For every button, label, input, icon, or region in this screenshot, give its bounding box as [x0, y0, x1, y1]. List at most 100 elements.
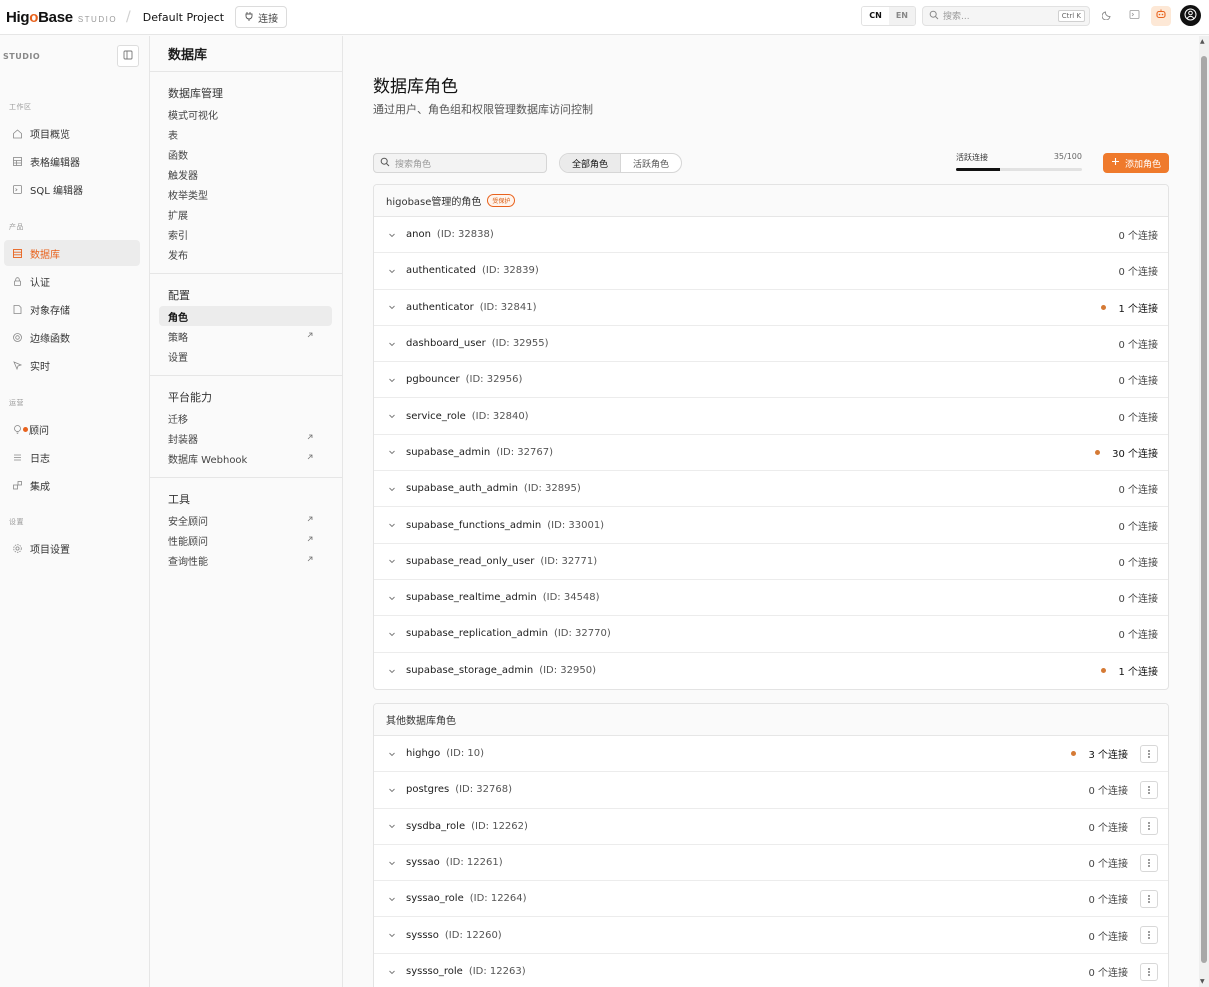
chevron-down-icon[interactable]	[387, 822, 397, 830]
chevron-down-icon[interactable]	[387, 376, 397, 384]
subnav-item[interactable]: 触发器	[150, 164, 332, 184]
global-search[interactable]: 搜索... Ctrl K	[922, 5, 1090, 26]
role-row[interactable]: syssso (ID: 12260) 0 个连接	[374, 917, 1168, 954]
subnav-item[interactable]: 表	[150, 124, 332, 144]
chevron-down-icon[interactable]	[387, 786, 397, 794]
lang-cn-button[interactable]: CN	[862, 6, 889, 25]
add-role-button[interactable]: 添加角色	[1102, 153, 1169, 173]
scroll-down-icon[interactable]: ▼	[1200, 978, 1205, 985]
subnav-item[interactable]: 模式可视化	[150, 104, 332, 124]
role-more-button[interactable]	[1140, 889, 1158, 908]
logo[interactable]: HigoBase STUDIO	[6, 9, 117, 26]
role-row[interactable]: authenticated (ID: 32839) 0 个连接	[374, 253, 1168, 290]
sidebar-item[interactable]: 表格编辑器	[4, 148, 140, 174]
subnav-item[interactable]: 迁移	[150, 408, 332, 428]
filter-all-roles[interactable]: 全部角色	[560, 154, 622, 172]
role-row[interactable]: supabase_functions_admin (ID: 33001) 0 个连接	[374, 507, 1168, 544]
subnav-item[interactable]: 角色	[159, 306, 332, 326]
theme-toggle-button[interactable]	[1097, 6, 1117, 26]
role-more-button[interactable]	[1140, 853, 1158, 872]
role-row[interactable]: dashboard_user (ID: 32955) 0 个连接	[374, 326, 1168, 363]
chevron-down-icon[interactable]	[387, 667, 397, 675]
role-row[interactable]: supabase_replication_admin (ID: 32770) 0 个…	[374, 616, 1168, 653]
scroll-up-icon[interactable]: ▲	[1200, 38, 1205, 45]
chevron-down-icon[interactable]	[387, 895, 397, 903]
user-avatar[interactable]	[1180, 5, 1201, 26]
chevron-down-icon[interactable]	[387, 557, 397, 565]
subnav-item[interactable]: 设置	[150, 346, 332, 366]
subnav-item[interactable]: 安全顾问	[150, 510, 332, 530]
chevron-down-icon[interactable]	[387, 859, 397, 867]
role-row[interactable]: supabase_storage_admin (ID: 32950) 1 个连接	[374, 653, 1168, 689]
sidebar-item[interactable]: 数据库	[4, 240, 140, 266]
subnav-group-title[interactable]: 数据库管理	[150, 84, 342, 102]
role-row[interactable]: supabase_admin (ID: 32767) 30 个连接	[374, 435, 1168, 472]
role-row[interactable]: supabase_realtime_admin (ID: 34548) 0 个连接	[374, 580, 1168, 617]
subnav-item[interactable]: 封装器	[150, 428, 332, 448]
chevron-down-icon[interactable]	[387, 303, 397, 311]
chevron-down-icon[interactable]	[387, 521, 397, 529]
chevron-down-icon[interactable]	[387, 750, 397, 758]
chevron-down-icon[interactable]	[387, 968, 397, 976]
sidebar-item[interactable]: 实时	[4, 352, 140, 378]
sidebar-item[interactable]: 认证	[4, 268, 140, 294]
chevron-down-icon[interactable]	[387, 448, 397, 456]
chevron-down-icon[interactable]	[387, 267, 397, 275]
terminal-button[interactable]	[1124, 6, 1144, 26]
sidebar-section: 设置 项目设置	[0, 517, 150, 563]
subnav-item[interactable]: 发布	[150, 244, 332, 264]
chevron-down-icon[interactable]	[387, 412, 397, 420]
connect-button[interactable]: 连接	[235, 6, 288, 28]
role-row[interactable]: syssso_role (ID: 12263) 0 个连接	[374, 954, 1168, 987]
sidebar-item[interactable]: 项目概览	[4, 120, 140, 146]
sidebar-item[interactable]: 日志	[4, 444, 140, 470]
sidebar-item[interactable]: SQL 编辑器	[4, 176, 140, 202]
sidebar-item[interactable]: 边缘函数	[4, 324, 140, 350]
subnav-item[interactable]: 数据库 Webhook	[150, 448, 332, 468]
subnav-item[interactable]: 性能顾问	[150, 530, 332, 550]
role-row[interactable]: sysdba_role (ID: 12262) 0 个连接	[374, 809, 1168, 845]
role-more-button[interactable]	[1140, 962, 1158, 981]
sidebar-item[interactable]: 集成	[4, 472, 140, 498]
logo-text-prefix: Hig	[6, 8, 30, 26]
assistant-button[interactable]	[1151, 5, 1171, 26]
chevron-down-icon[interactable]	[387, 340, 397, 348]
subnav-item[interactable]: 函数	[150, 144, 332, 164]
lang-en-button[interactable]: EN	[888, 6, 915, 25]
search-icon	[380, 157, 390, 170]
sidebar-item[interactable]: 对象存储	[4, 296, 140, 322]
role-row[interactable]: pgbouncer (ID: 32956) 0 个连接	[374, 362, 1168, 399]
chevron-down-icon[interactable]	[387, 630, 397, 638]
role-row[interactable]: highgo (ID: 10) 3 个连接	[374, 736, 1168, 773]
scrollbar-thumb[interactable]	[1201, 56, 1207, 963]
role-more-button[interactable]	[1140, 780, 1158, 799]
subnav-item[interactable]: 索引	[150, 224, 332, 244]
sidebar-item[interactable]: 项目设置	[4, 535, 140, 561]
subnav-item[interactable]: 查询性能	[150, 550, 332, 570]
subnav-item[interactable]: 枚举类型	[150, 184, 332, 204]
subnav-item[interactable]: 策略	[150, 326, 332, 346]
role-row[interactable]: anon (ID: 32838) 0 个连接	[374, 217, 1168, 254]
project-selector[interactable]: Default Project	[143, 11, 224, 24]
subnav-item[interactable]: 扩展	[150, 204, 332, 224]
role-row[interactable]: postgres (ID: 32768) 0 个连接	[374, 772, 1168, 809]
connect-label: 连接	[258, 13, 279, 25]
role-row[interactable]: supabase_read_only_user (ID: 32771) 0 个连接	[374, 544, 1168, 580]
role-more-button[interactable]	[1140, 744, 1158, 763]
role-row[interactable]: supabase_auth_admin (ID: 32895) 0 个连接	[374, 471, 1168, 508]
collapse-sidebar-button[interactable]	[117, 45, 139, 67]
sidebar-item[interactable]: 顾问	[4, 416, 140, 442]
role-row[interactable]: authenticator (ID: 32841) 1 个连接	[374, 290, 1168, 326]
role-search-input[interactable]: 搜索角色	[373, 153, 547, 173]
role-row[interactable]: service_role (ID: 32840) 0 个连接	[374, 398, 1168, 435]
chevron-down-icon[interactable]	[387, 485, 397, 493]
filter-active-roles[interactable]: 活跃角色	[621, 154, 681, 172]
main-scrollbar[interactable]: ▲ ▼	[1199, 36, 1209, 987]
chevron-down-icon[interactable]	[387, 931, 397, 939]
chevron-down-icon[interactable]	[387, 231, 397, 239]
role-row[interactable]: syssao_role (ID: 12264) 0 个连接	[374, 881, 1168, 918]
role-more-button[interactable]	[1140, 817, 1158, 836]
role-row[interactable]: syssao (ID: 12261) 0 个连接	[374, 845, 1168, 882]
chevron-down-icon[interactable]	[387, 594, 397, 602]
role-more-button[interactable]	[1140, 926, 1158, 945]
